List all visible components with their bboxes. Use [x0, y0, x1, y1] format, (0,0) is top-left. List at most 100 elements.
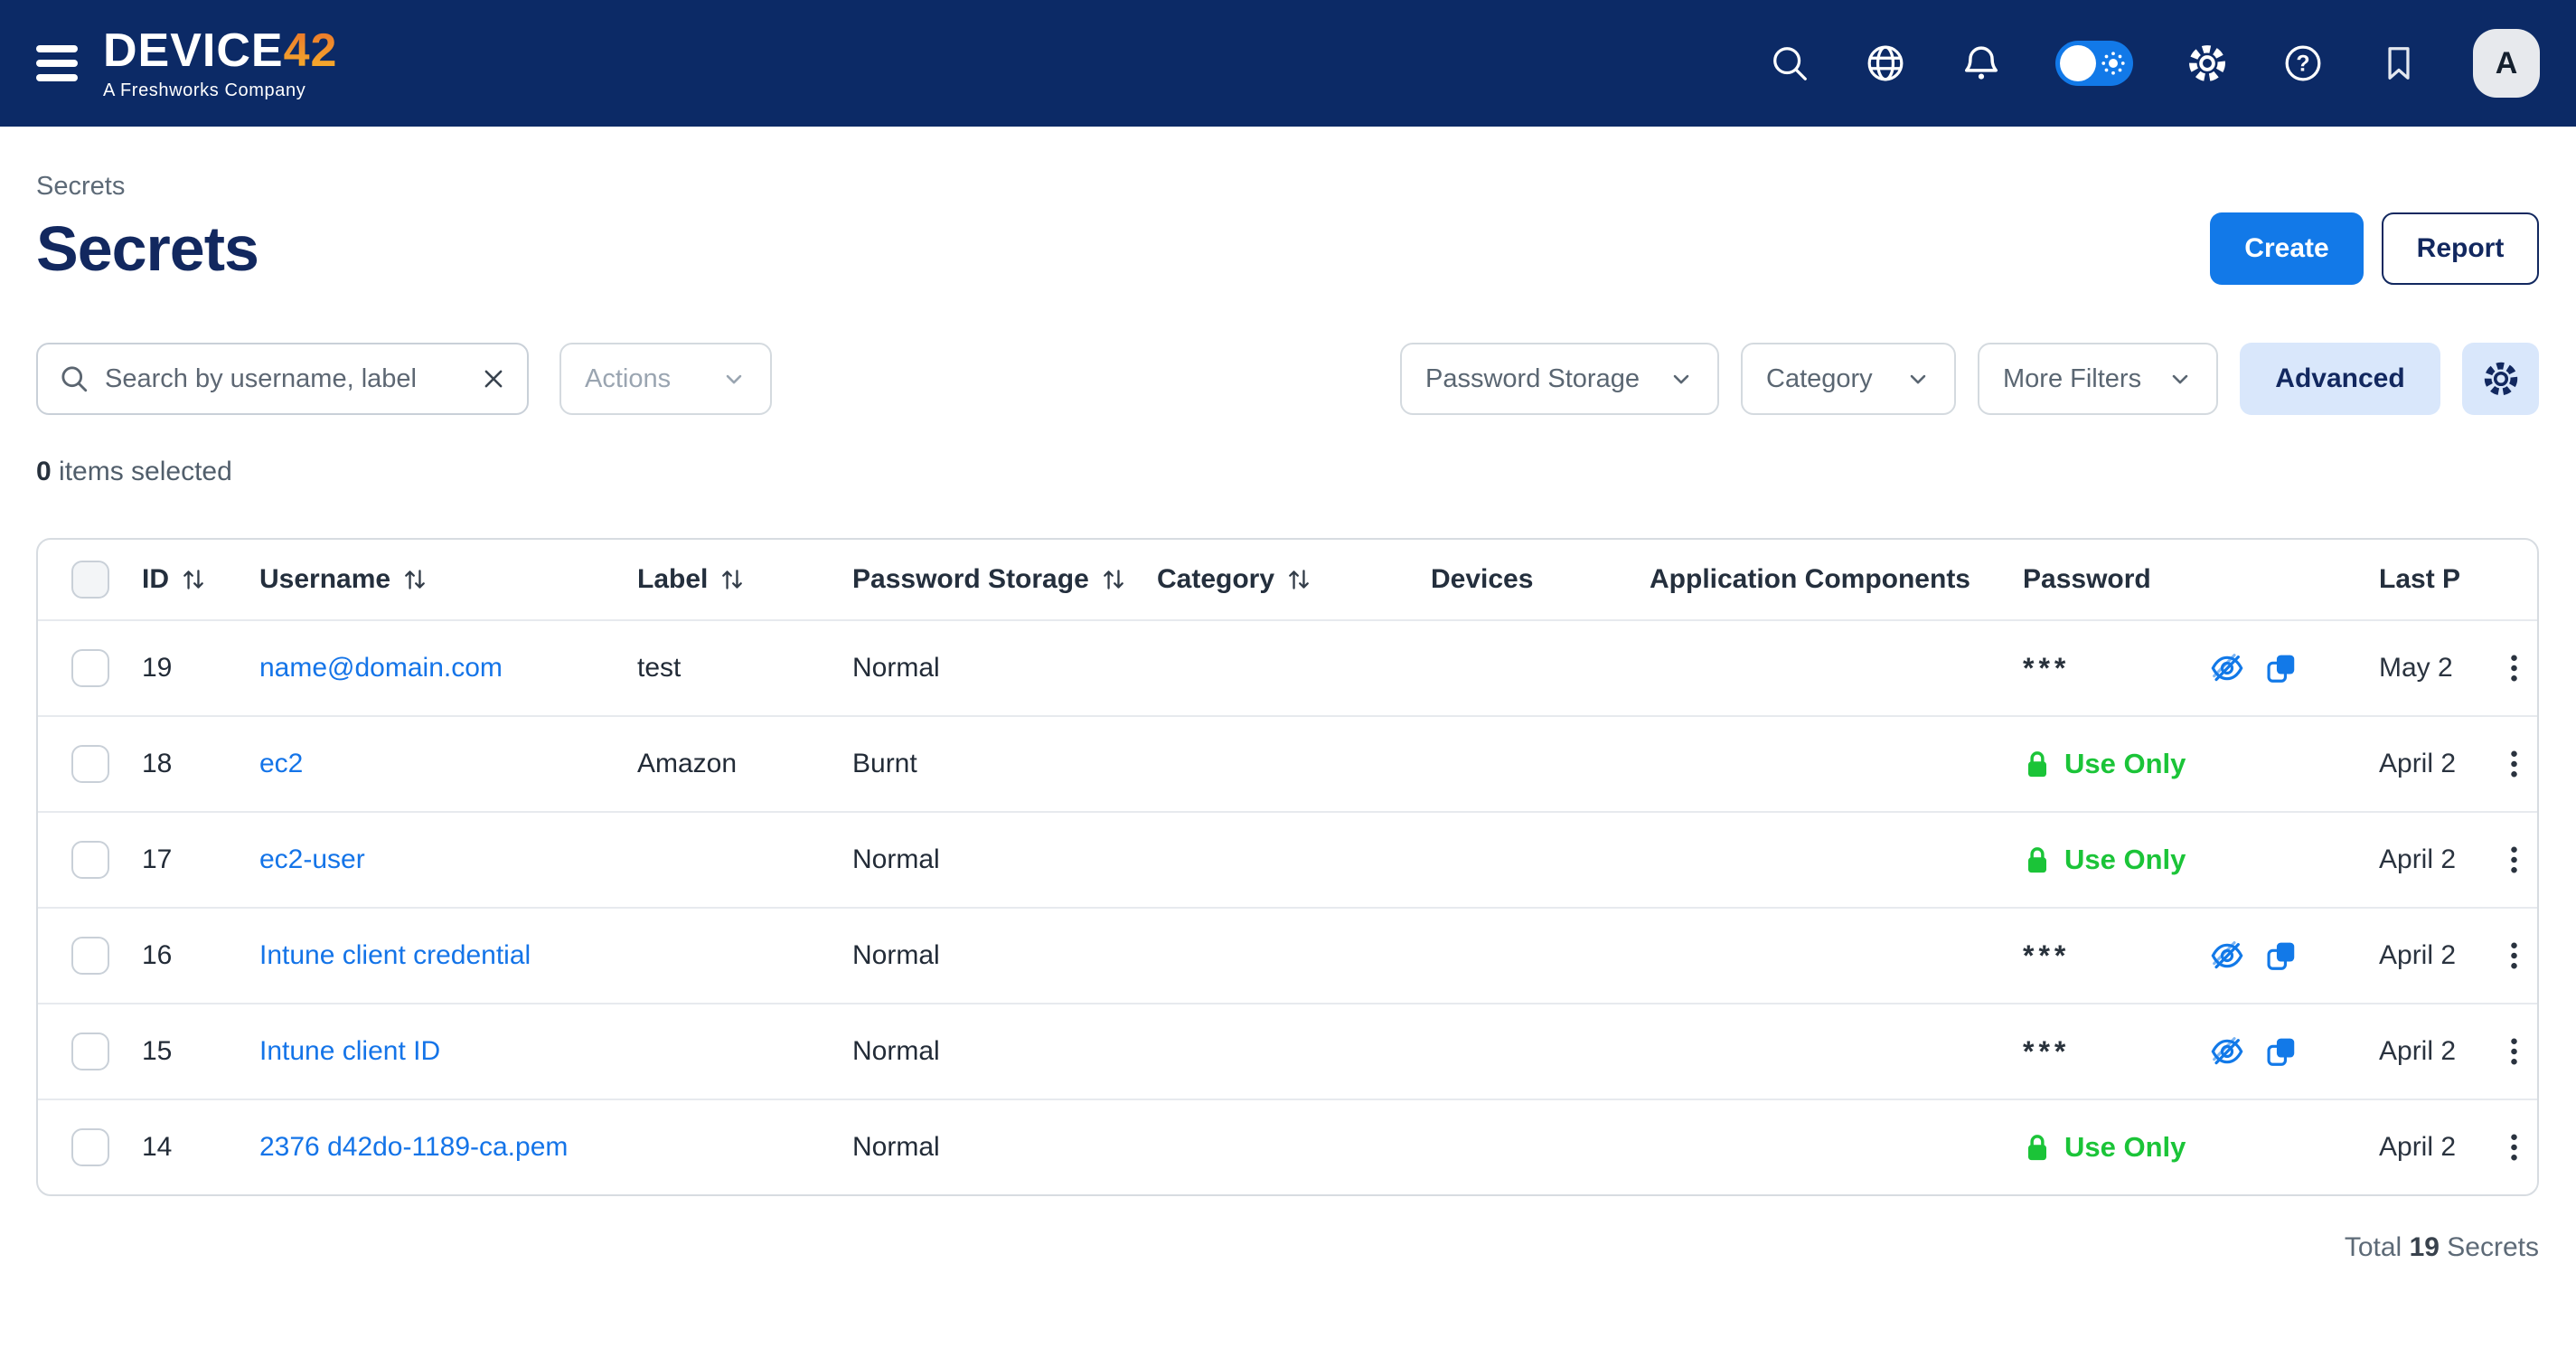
breadcrumb[interactable]: Secrets — [36, 172, 2539, 202]
sort-icon[interactable] — [1285, 566, 1312, 593]
table-row: 14 2376 d42do-1189-ca.pem Normal Use Onl… — [38, 1099, 2537, 1194]
copy-password-icon[interactable] — [2263, 1033, 2299, 1070]
row-menu-kebab-icon[interactable] — [2491, 844, 2537, 875]
row-menu-kebab-icon[interactable] — [2491, 1036, 2537, 1067]
selection-status: 0 items selected — [36, 457, 2539, 487]
username-link[interactable]: ec2 — [259, 749, 303, 779]
row-checkbox[interactable] — [71, 937, 109, 975]
copy-password-icon[interactable] — [2263, 938, 2299, 974]
password-cell: Use Only — [2023, 748, 2379, 780]
user-avatar[interactable]: A — [2473, 29, 2540, 98]
sort-icon[interactable] — [401, 566, 428, 593]
row-checkbox[interactable] — [71, 841, 109, 879]
svg-text:?: ? — [2296, 51, 2309, 76]
sun-icon — [2100, 50, 2127, 77]
secrets-table: ID Username Label Password Storage Categ… — [36, 538, 2539, 1196]
column-header-username[interactable]: Username — [259, 564, 637, 595]
username-link[interactable]: Intune client ID — [259, 1036, 440, 1067]
cell-password-storage: Normal — [852, 844, 1157, 875]
chevron-down-icon — [1905, 366, 1931, 391]
row-menu-kebab-icon[interactable] — [2491, 1132, 2537, 1163]
column-header-devices: Devices — [1431, 564, 1650, 595]
globe-icon[interactable] — [1864, 42, 1907, 85]
row-checkbox[interactable] — [71, 649, 109, 687]
help-icon[interactable]: ? — [2281, 42, 2325, 85]
notifications-bell-icon[interactable] — [1960, 42, 2003, 85]
cell-last: April 2 — [2379, 1132, 2491, 1163]
hamburger-menu-icon[interactable] — [36, 45, 78, 81]
table-row: 19 name@domain.com test Normal *** — [38, 619, 2537, 715]
row-menu-kebab-icon[interactable] — [2491, 749, 2537, 779]
cell-id: 16 — [142, 940, 259, 971]
toggle-knob — [2060, 45, 2096, 81]
password-cell: *** — [2023, 650, 2379, 686]
selection-label: items selected — [59, 457, 232, 486]
password-storage-filter[interactable]: Password Storage — [1400, 343, 1719, 415]
cell-id: 19 — [142, 653, 259, 684]
advanced-button[interactable]: Advanced — [2240, 343, 2440, 415]
chevron-down-icon — [721, 366, 747, 391]
sort-icon[interactable] — [1100, 566, 1127, 593]
row-checkbox[interactable] — [71, 1128, 109, 1166]
bookmark-icon[interactable] — [2377, 42, 2421, 85]
table-body: 19 name@domain.com test Normal *** — [38, 619, 2537, 1194]
use-only-badge: Use Only — [2064, 748, 2186, 780]
password-cell: Use Only — [2023, 844, 2379, 876]
use-only-badge: Use Only — [2064, 844, 2186, 876]
device42-logo[interactable]: DEVICE42 A Freshworks Company — [103, 27, 337, 99]
reveal-password-eye-slash-icon[interactable] — [2209, 650, 2245, 686]
more-filters-dropdown[interactable]: More Filters — [1978, 343, 2218, 415]
lock-icon — [2023, 844, 2052, 876]
username-link[interactable]: 2376 d42do-1189-ca.pem — [259, 1132, 568, 1163]
row-checkbox[interactable] — [71, 1033, 109, 1070]
report-button[interactable]: Report — [2382, 212, 2539, 285]
username-link[interactable]: name@domain.com — [259, 653, 503, 684]
copy-password-icon[interactable] — [2263, 650, 2299, 686]
column-header-category[interactable]: Category — [1157, 564, 1431, 595]
cell-id: 17 — [142, 844, 259, 875]
cell-last: May 2 — [2379, 653, 2491, 684]
table-row: 17 ec2-user Normal Use Only — [38, 811, 2537, 907]
cell-id: 14 — [142, 1132, 259, 1163]
masked-password: *** — [2023, 1035, 2070, 1069]
column-header-password-storage[interactable]: Password Storage — [852, 564, 1157, 595]
table-settings-button[interactable] — [2462, 343, 2539, 415]
use-only-badge: Use Only — [2064, 1131, 2186, 1164]
sort-icon[interactable] — [719, 566, 746, 593]
column-header-id[interactable]: ID — [142, 564, 259, 595]
column-header-label[interactable]: Label — [637, 564, 852, 595]
gear-icon — [2482, 360, 2520, 398]
cell-id: 18 — [142, 749, 259, 779]
password-cell: *** — [2023, 938, 2379, 974]
category-filter[interactable]: Category — [1741, 343, 1956, 415]
row-checkbox[interactable] — [71, 745, 109, 783]
create-button[interactable]: Create — [2210, 212, 2364, 285]
password-cell: Use Only — [2023, 1131, 2379, 1164]
actions-dropdown[interactable]: Actions — [559, 343, 772, 415]
table-row: 16 Intune client credential Normal *** — [38, 907, 2537, 1003]
search-icon — [58, 363, 90, 395]
row-menu-kebab-icon[interactable] — [2491, 940, 2537, 971]
cell-password-storage: Normal — [852, 1132, 1157, 1163]
cell-id: 15 — [142, 1036, 259, 1067]
cell-password-storage: Burnt — [852, 749, 1157, 779]
theme-toggle[interactable] — [2055, 41, 2133, 86]
settings-gear-icon[interactable] — [2186, 42, 2229, 85]
reveal-password-eye-slash-icon[interactable] — [2209, 938, 2245, 974]
row-menu-kebab-icon[interactable] — [2491, 653, 2537, 684]
chevron-down-icon — [1669, 366, 1694, 391]
username-link[interactable]: ec2-user — [259, 844, 365, 875]
clear-search-icon[interactable] — [480, 365, 507, 392]
logo-text: DEVICE42 — [103, 27, 337, 74]
table-header-row: ID Username Label Password Storage Categ… — [38, 540, 2537, 619]
username-link[interactable]: Intune client credential — [259, 940, 531, 971]
search-input[interactable] — [105, 364, 465, 394]
selection-count: 0 — [36, 457, 52, 486]
table-total: Total 19 Secrets — [36, 1232, 2539, 1263]
select-all-checkbox[interactable] — [71, 561, 109, 599]
chevron-down-icon — [2167, 366, 2193, 391]
sort-icon[interactable] — [180, 566, 207, 593]
search-icon[interactable] — [1768, 42, 1811, 85]
reveal-password-eye-slash-icon[interactable] — [2209, 1033, 2245, 1070]
search-box[interactable] — [36, 343, 529, 415]
